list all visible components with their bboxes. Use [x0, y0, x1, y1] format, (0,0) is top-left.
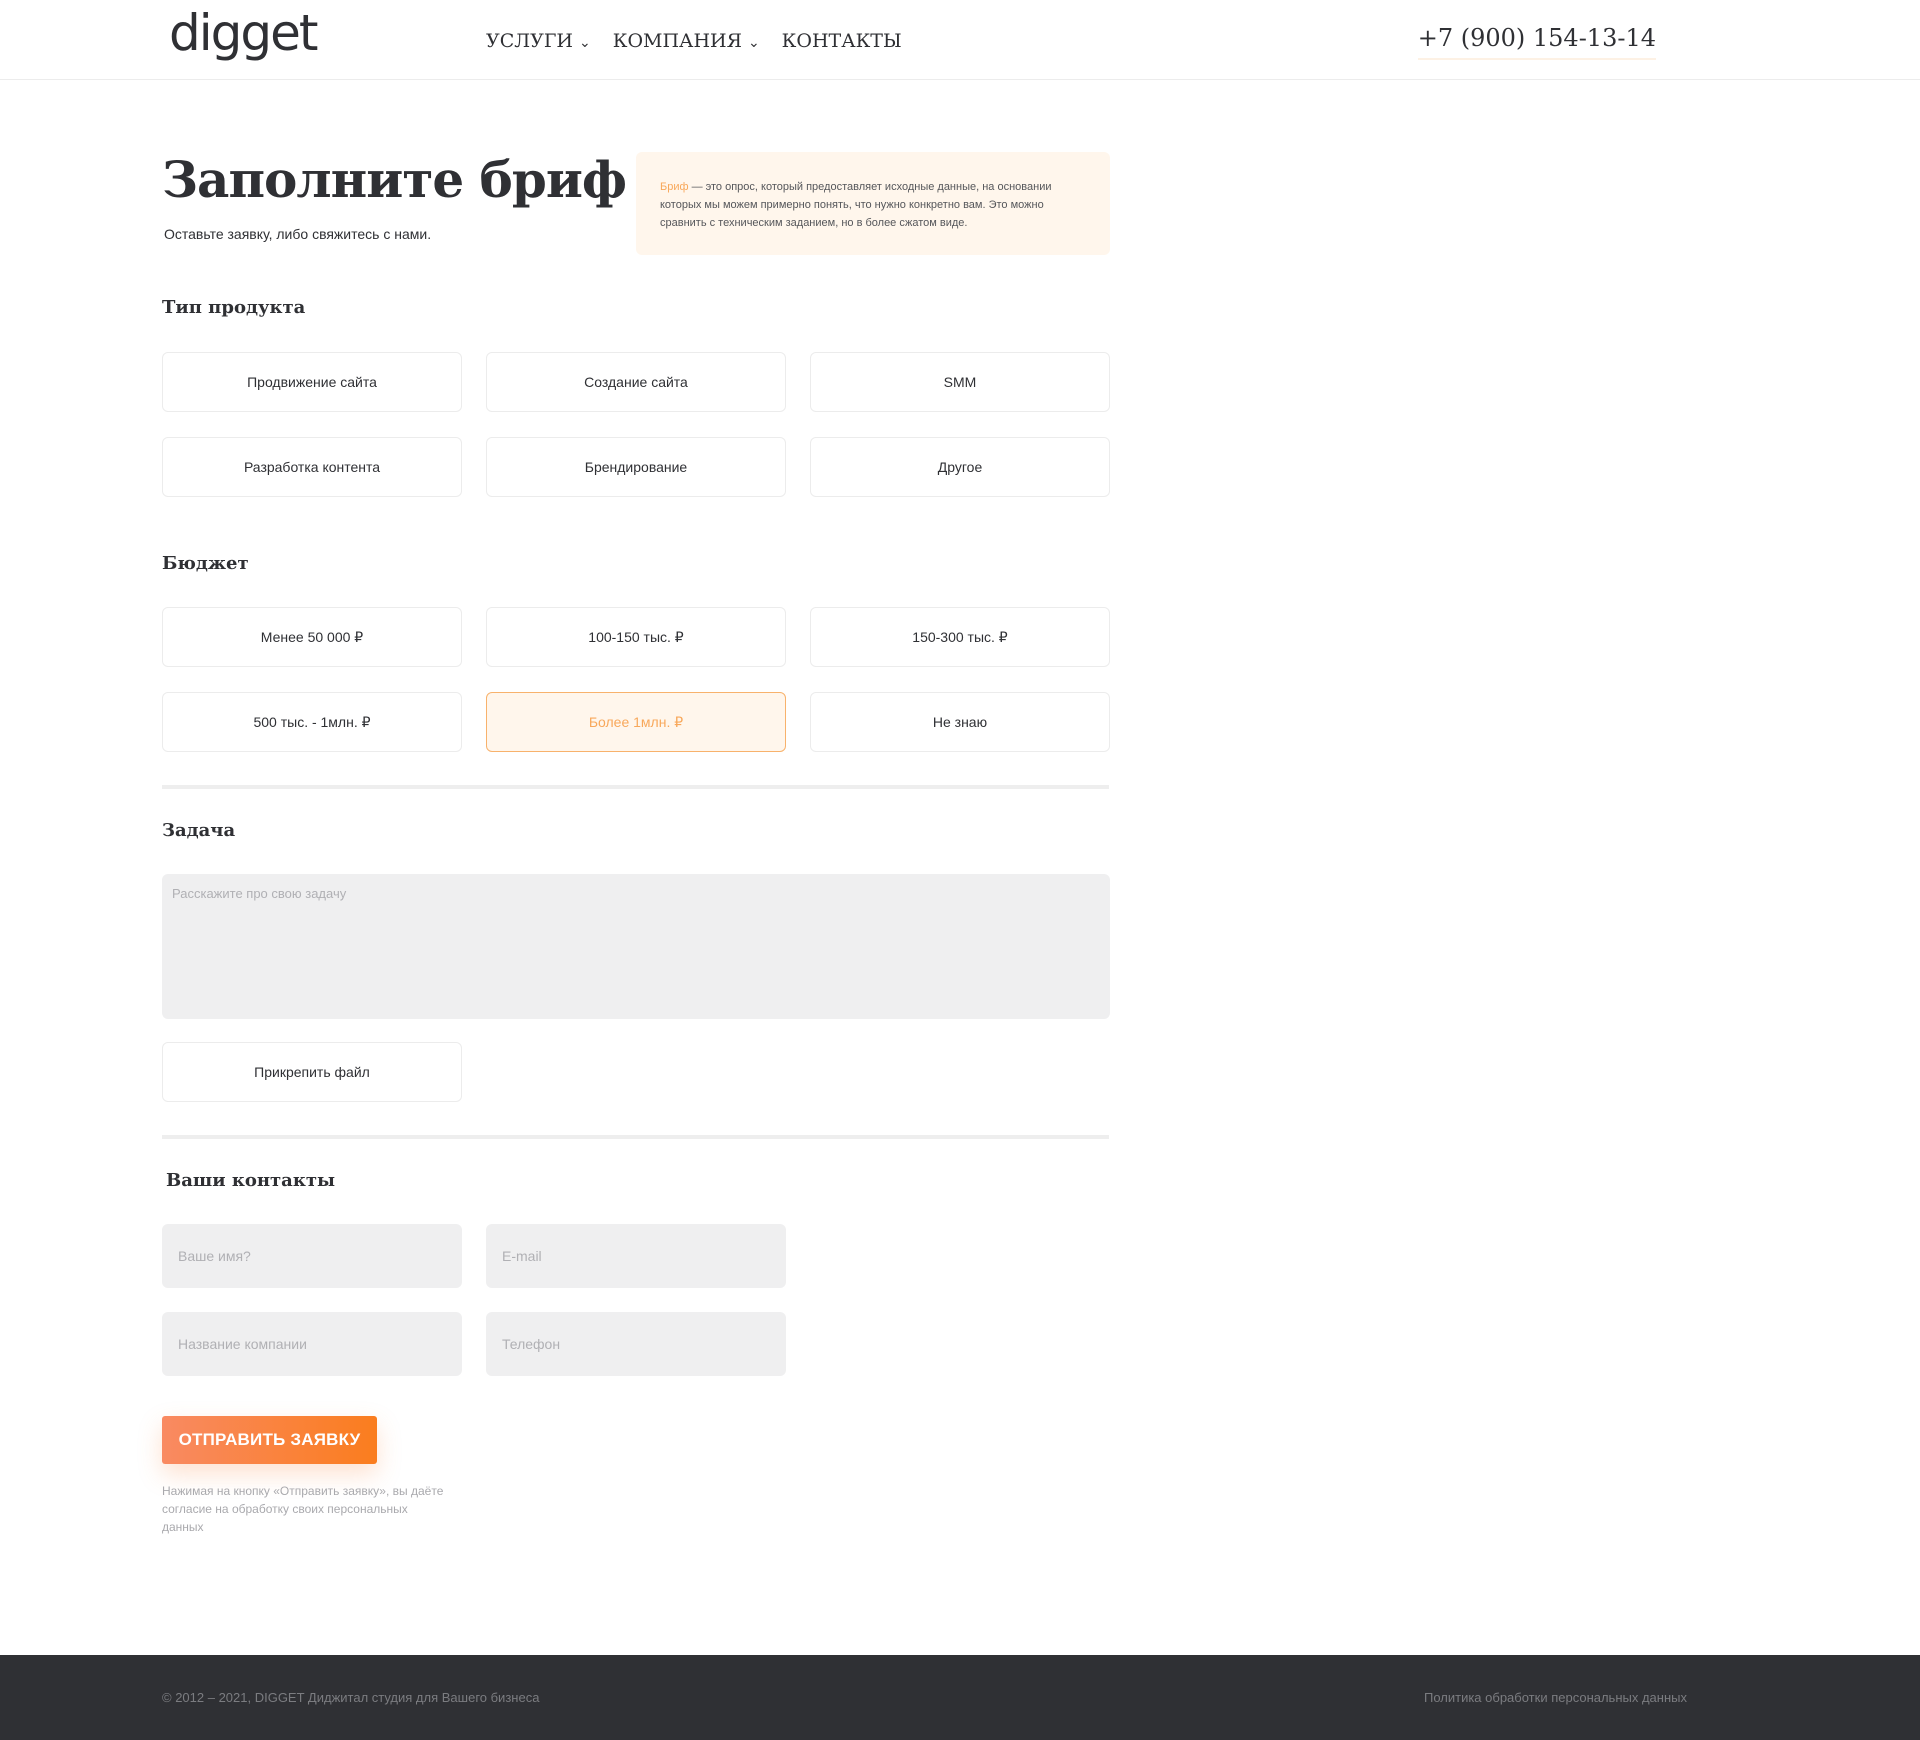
phone-input[interactable] — [486, 1312, 786, 1376]
company-input[interactable] — [162, 1312, 462, 1376]
attach-file-button[interactable]: Прикрепить файл — [162, 1042, 462, 1102]
contacts-heading: Ваши контакты — [166, 1170, 336, 1191]
nav-item-label: КОМПАНИЯ — [612, 30, 742, 52]
main-nav: УСЛУГИ ⌄ КОМПАНИЯ ⌄ КОНТАКТЫ — [486, 30, 924, 52]
page-title: Заполните бриф — [162, 150, 627, 209]
product-option-content[interactable]: Разработка контента — [162, 437, 462, 497]
product-option-smm[interactable]: SMM — [810, 352, 1110, 412]
logo[interactable]: digget — [169, 4, 318, 62]
privacy-policy-link[interactable]: Политика обработки персональных данных — [1424, 1690, 1687, 1705]
section-divider — [162, 785, 1109, 789]
budget-option-150-300k[interactable]: 150-300 тыс. ₽ — [810, 607, 1110, 667]
name-input[interactable] — [162, 1224, 462, 1288]
nav-item-services[interactable]: УСЛУГИ ⌄ — [486, 30, 591, 52]
budget-heading: Бюджет — [162, 553, 249, 574]
product-option-seo[interactable]: Продвижение сайта — [162, 352, 462, 412]
budget-option-over-1m[interactable]: Более 1млн. ₽ — [486, 692, 786, 752]
section-divider — [162, 1135, 1109, 1139]
brief-info-box: Бриф — это опрос, который предоставляет … — [636, 152, 1110, 255]
footer-copyright: © 2012 – 2021, DIGGET Диджитал студия дл… — [162, 1690, 540, 1705]
nav-item-label: УСЛУГИ — [486, 30, 574, 52]
chevron-down-icon: ⌄ — [579, 35, 591, 51]
product-option-other[interactable]: Другое — [810, 437, 1110, 497]
nav-item-company[interactable]: КОМПАНИЯ ⌄ — [613, 30, 760, 52]
product-option-branding[interactable]: Брендирование — [486, 437, 786, 497]
page-subtitle: Оставьте заявку, либо свяжитесь с нами. — [164, 226, 432, 242]
site-header: digget УСЛУГИ ⌄ КОМПАНИЯ ⌄ КОНТАКТЫ +7 (… — [0, 0, 1920, 80]
budget-option-500k-1m[interactable]: 500 тыс. - 1млн. ₽ — [162, 692, 462, 752]
product-option-website[interactable]: Создание сайта — [486, 352, 786, 412]
submit-button[interactable]: ОТПРАВИТЬ ЗАЯВКУ — [162, 1416, 377, 1464]
phone-link[interactable]: +7 (900) 154-13-14 — [1417, 24, 1656, 60]
task-textarea[interactable] — [162, 874, 1110, 1019]
nav-item-contacts[interactable]: КОНТАКТЫ — [782, 30, 902, 52]
brief-term: Бриф — [660, 181, 689, 193]
brief-description: — это опрос, который предоставляет исход… — [660, 181, 1052, 229]
consent-text: Нажимая на кнопку «Отправить заявку», вы… — [162, 1484, 444, 1534]
product-type-heading: Тип продукта — [162, 297, 306, 318]
chevron-down-icon: ⌄ — [747, 35, 760, 51]
budget-option-100-150k[interactable]: 100-150 тыс. ₽ — [486, 607, 786, 667]
budget-option-under-50k[interactable]: Менее 50 000 ₽ — [162, 607, 462, 667]
email-input[interactable] — [486, 1224, 786, 1288]
nav-item-label: КОНТАКТЫ — [781, 30, 902, 52]
task-heading: Задача — [162, 820, 236, 841]
budget-option-unknown[interactable]: Не знаю — [810, 692, 1110, 752]
site-footer: © 2012 – 2021, DIGGET Диджитал студия дл… — [0, 1655, 1920, 1740]
